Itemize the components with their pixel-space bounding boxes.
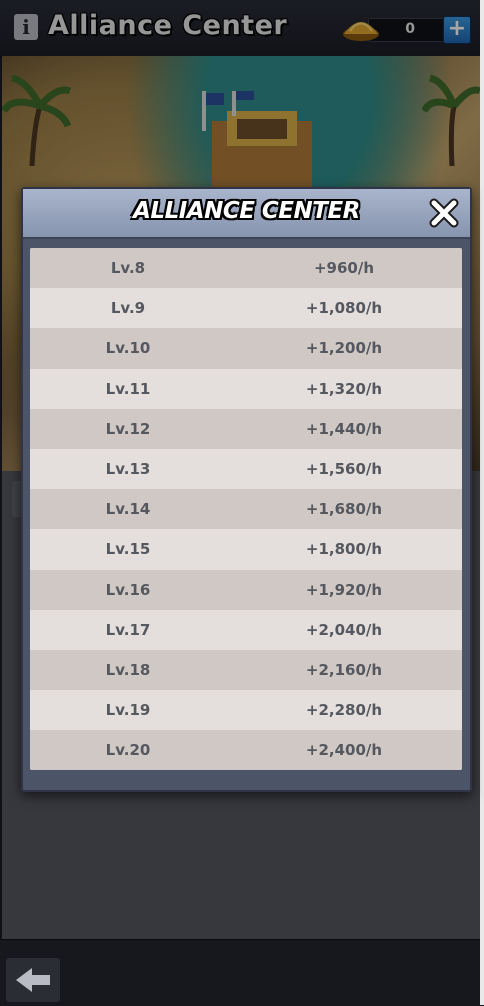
production-cell: +1,080/h — [305, 299, 383, 318]
production-cell: +1,560/h — [305, 460, 383, 479]
bottom-bar — [0, 939, 484, 1006]
level-cell: Lv.9 — [110, 299, 146, 318]
table-row: Lv.16 +1,920/h — [30, 569, 462, 610]
table-row: Lv.10 +1,200/h — [30, 328, 462, 369]
level-production-table[interactable]: Lv.8 +960/h Lv.9 +1,080/h Lv.10 +1,200/h Lv.11… — [30, 248, 462, 770]
back-arrow-icon — [16, 968, 50, 992]
window-edge — [480, 0, 484, 1005]
production-cell: +2,280/h — [305, 701, 383, 720]
production-cell: +1,200/h — [305, 339, 383, 358]
production-cell: +2,160/h — [305, 660, 383, 679]
level-cell: Lv.12 — [105, 419, 151, 438]
table-row: Lv.13 +1,560/h — [30, 448, 462, 490]
table-row: Lv.9 +1,080/h — [30, 288, 462, 329]
level-cell: Lv.15 — [105, 540, 151, 559]
level-cell: Lv.18 — [105, 660, 151, 679]
table-row: Lv.14 +1,680/h — [30, 489, 462, 530]
table-row: Lv.11 +1,320/h — [30, 368, 462, 409]
table-row: Lv.17 +2,040/h — [30, 609, 462, 650]
level-cell: Lv.14 — [105, 500, 151, 519]
level-cell: Lv.19 — [105, 701, 151, 720]
level-info-modal: ALLIANCE CENTER Lv.8 +960/h Lv.9 +1,080/h Lv… — [21, 187, 472, 792]
close-button[interactable] — [427, 196, 461, 230]
table-row: Lv.15 +1,800/h — [30, 529, 462, 570]
table-row: Lv.20 +2,400/h — [30, 730, 462, 770]
level-cell: Lv.17 — [105, 620, 151, 639]
level-cell: Lv.20 — [105, 741, 151, 760]
level-cell: Lv.16 — [105, 580, 151, 599]
modal-header: ALLIANCE CENTER — [23, 189, 470, 239]
modal-title: ALLIANCE CENTER — [133, 198, 360, 224]
level-cell: Lv.8 — [110, 259, 146, 278]
table-row: Lv.18 +2,160/h — [30, 649, 462, 691]
production-cell: +1,920/h — [305, 580, 383, 599]
level-cell: Lv.10 — [105, 339, 151, 358]
production-cell: +1,800/h — [305, 540, 383, 559]
table-row: Lv.19 +2,280/h — [30, 690, 462, 731]
production-cell: +2,040/h — [305, 620, 383, 639]
production-cell: +1,440/h — [305, 419, 383, 438]
level-cell: Lv.11 — [105, 379, 151, 398]
back-button[interactable] — [6, 958, 60, 1002]
production-cell: +1,680/h — [305, 500, 383, 519]
production-cell: +960/h — [313, 259, 375, 278]
table-row: Lv.8 +960/h — [30, 248, 462, 289]
production-cell: +2,400/h — [305, 741, 383, 760]
level-cell: Lv.13 — [105, 460, 151, 479]
table-row: Lv.12 +1,440/h — [30, 408, 462, 449]
close-icon — [429, 198, 459, 228]
production-cell: +1,320/h — [305, 379, 383, 398]
